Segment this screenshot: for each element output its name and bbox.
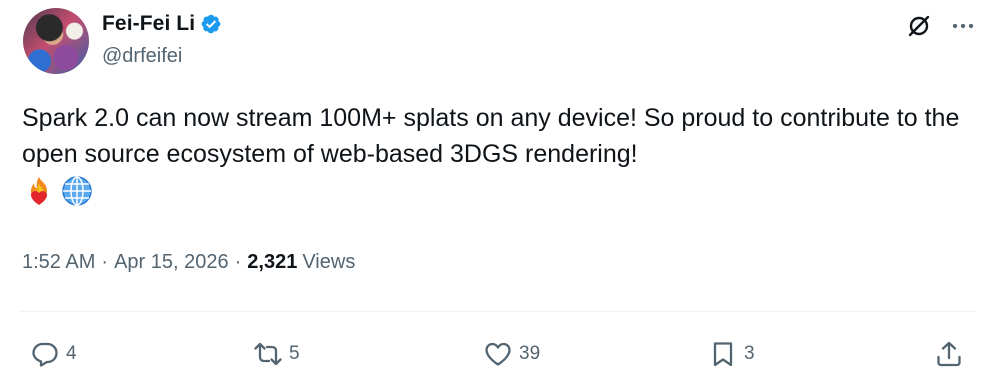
bookmark-button[interactable]: 3 [708,332,755,376]
meta-separator: · [101,251,109,273]
action-bar: 4 5 39 3 [0,332,1000,376]
more-options-icon[interactable] [950,13,976,39]
repost-button[interactable]: 5 [253,332,300,376]
fire-heart-emoji-icon [22,174,56,208]
like-button[interactable]: 39 [483,332,540,376]
reply-count: 4 [66,343,77,364]
globe-emoji-icon [60,174,94,208]
tweet-body: Spark 2.0 can now stream 100M+ splats on… [22,100,982,210]
views-label[interactable]: Views [302,251,355,274]
bookmark-count: 3 [744,343,755,364]
verified-badge-icon [200,13,222,35]
tweet-meta: 1:52 AM · Apr 15, 2026 · 2,321 Views [22,251,355,274]
meta-separator: · [234,251,242,273]
author-handle[interactable]: @drfeifei [102,45,182,68]
tweet-text: Spark 2.0 can now stream 100M+ splats on… [22,104,960,168]
heart-icon [485,342,511,366]
emoji-row [22,172,982,210]
share-icon [937,341,961,367]
author-name[interactable]: Fei-Fei Li [102,12,195,36]
author-name-row: Fei-Fei Li [102,9,222,39]
top-actions [906,13,976,39]
like-count: 39 [519,343,541,364]
reply-icon [32,342,58,367]
grok-icon[interactable] [906,13,932,39]
tweet-header: Fei-Fei Li @drfeifei [20,5,980,77]
tweet-date[interactable]: Apr 15, 2026 [114,251,229,274]
bookmark-icon [713,342,733,367]
share-button[interactable] [934,332,964,376]
reply-button[interactable]: 4 [30,332,77,376]
repost-icon [254,342,282,366]
views-count[interactable]: 2,321 [247,251,297,274]
tweet-time[interactable]: 1:52 AM [22,251,95,274]
avatar[interactable] [23,8,89,74]
divider [20,311,976,312]
repost-count: 5 [289,343,300,364]
